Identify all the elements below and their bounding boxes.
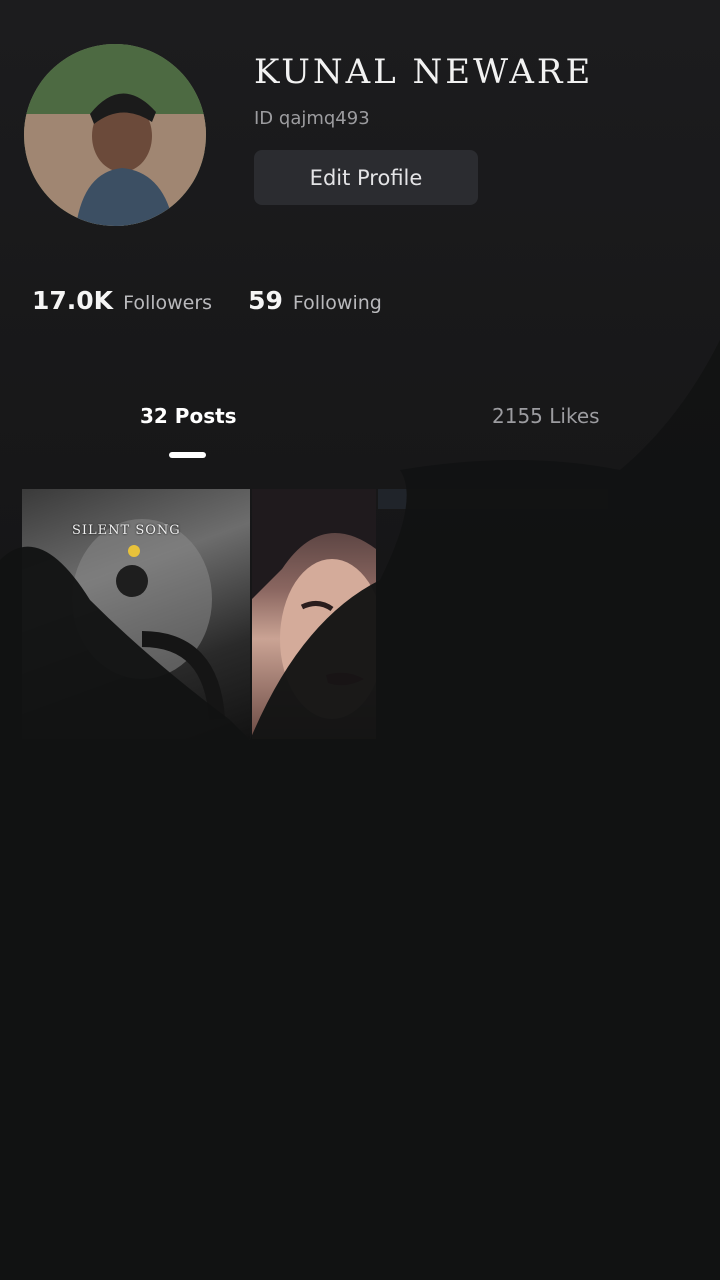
profile-tabs: 32 Posts 2155 Likes [0, 404, 720, 464]
following-count: 59 [248, 286, 283, 315]
post-caption: SILENT SONG [72, 523, 181, 538]
followers-count: 17.0K [32, 286, 114, 315]
avatar-photo [24, 44, 206, 226]
emoji-icon [128, 545, 140, 557]
followers-stat[interactable]: 17.0K Followers [32, 286, 212, 315]
tab-active-indicator [169, 452, 206, 458]
tab-posts[interactable]: 32 Posts [140, 404, 237, 428]
post-thumbnail[interactable]: SILENT SONG [22, 489, 250, 739]
followers-label: Followers [123, 292, 213, 314]
profile-id: ID qajmq493 [254, 108, 370, 129]
post-thumbnail-image [252, 489, 376, 719]
edit-profile-button[interactable]: Edit Profile [254, 150, 478, 205]
profile-display-name: KUNAL NEWARE [254, 52, 594, 92]
following-stat[interactable]: 59 Following [248, 286, 382, 315]
avatar[interactable] [24, 44, 206, 226]
post-thumbnail[interactable] [252, 489, 376, 739]
following-label: Following [292, 292, 382, 314]
profile-stats: 17.0K Followers 59 Following [32, 286, 418, 315]
tab-likes[interactable]: 2155 Likes [492, 404, 600, 428]
profile-screen: KUNAL NEWARE ID qajmq493 Edit Profile 17… [0, 0, 720, 1280]
post-thumbnail[interactable] [378, 489, 608, 509]
